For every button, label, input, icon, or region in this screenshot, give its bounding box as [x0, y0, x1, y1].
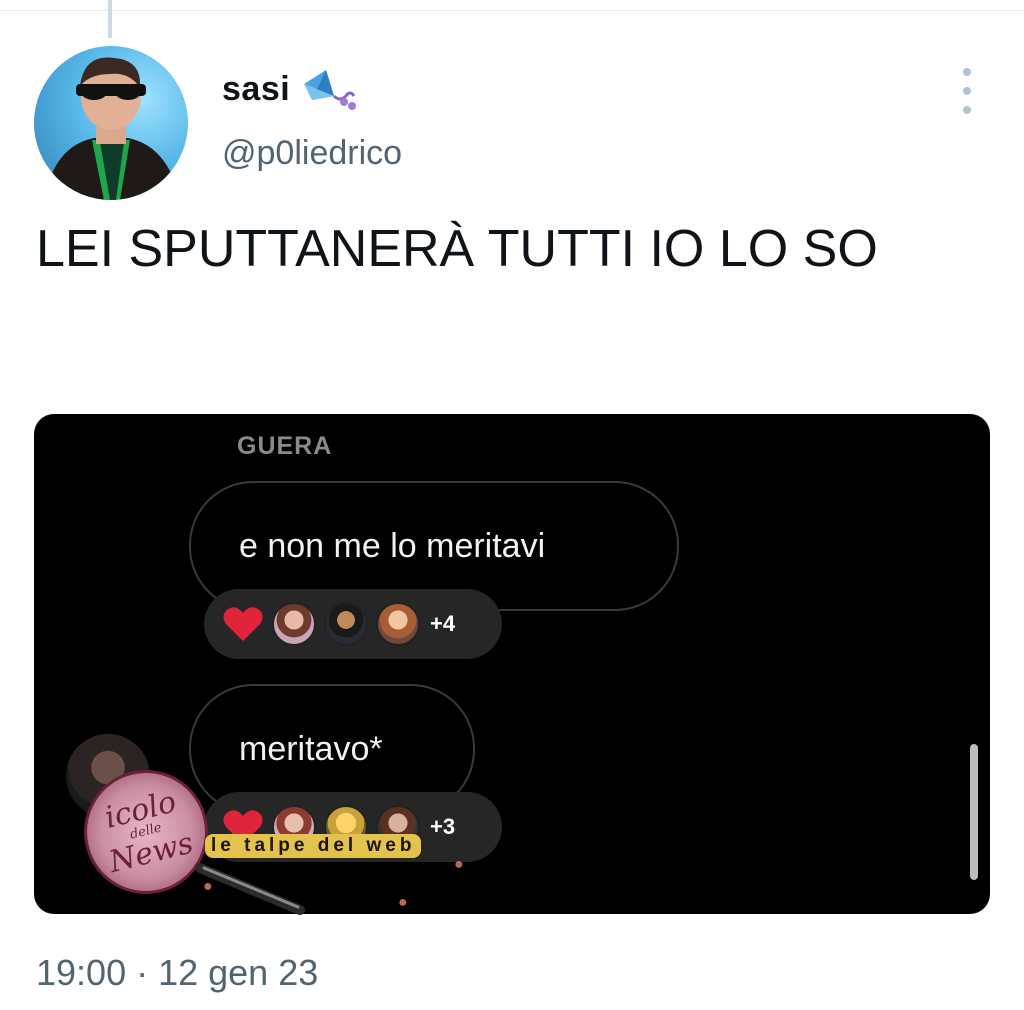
heart-icon — [223, 607, 263, 641]
tweet-timestamp[interactable]: 19:00 · 12 gen 23 — [36, 952, 318, 994]
watermark-badge-bottom: News — [105, 825, 197, 881]
reaction-count: +3 — [430, 814, 456, 839]
handle[interactable]: @p0liedrico — [222, 134, 402, 173]
avatar[interactable] — [34, 46, 188, 200]
display-name[interactable]: sasi — [222, 70, 290, 109]
message-sender: GUERA — [237, 432, 333, 460]
paw-icon: ● — [398, 894, 408, 911]
tweet-text: LEI SPUTTANERÀ TUTTI IO LO SO — [36, 220, 878, 278]
reaction-bar[interactable]: +4 — [204, 589, 502, 659]
reactor-avatar — [376, 602, 420, 646]
kite-icon — [304, 70, 356, 110]
reaction-count: +4 — [430, 611, 456, 636]
reactor-avatar — [272, 602, 316, 646]
message-text: e non me lo meritavi — [239, 526, 546, 565]
message-text: meritavo* — [239, 729, 383, 768]
more-options-icon[interactable] — [956, 68, 978, 114]
top-divider — [0, 10, 1024, 11]
paw-icon: ● — [454, 856, 464, 873]
thread-connector-line — [108, 0, 112, 38]
watermark-text: le talpe del web — [205, 834, 422, 858]
scrollbar[interactable] — [970, 744, 978, 880]
paw-icon: ● — [203, 878, 213, 895]
reactor-avatar — [324, 602, 368, 646]
